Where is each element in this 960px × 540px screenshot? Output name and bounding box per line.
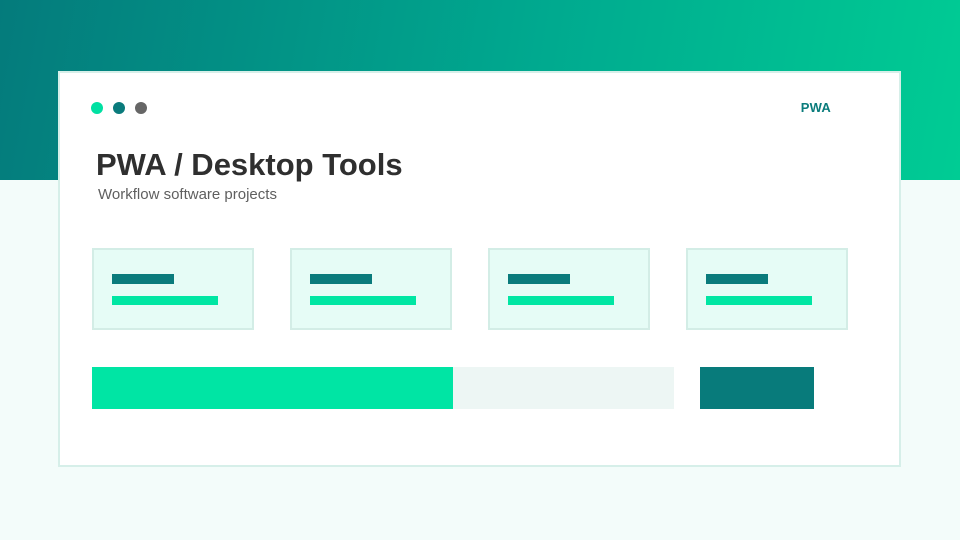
card-heading-placeholder [508,274,570,284]
window-dot-gray[interactable] [135,102,147,114]
feature-card[interactable] [686,248,848,330]
action-button[interactable] [700,367,814,409]
feature-card[interactable] [92,248,254,330]
card-heading-placeholder [706,274,768,284]
pwa-badge: PWA [800,100,831,115]
page-title: PWA / Desktop Tools [96,147,403,182]
feature-card[interactable] [488,248,650,330]
card-heading-placeholder [112,274,174,284]
card-text-placeholder [706,296,812,305]
progress-fill [92,367,453,409]
card-heading-placeholder [310,274,372,284]
page-subtitle: Workflow software projects [98,186,277,203]
window-dot-teal[interactable] [113,102,125,114]
feature-card[interactable] [290,248,452,330]
app-window: PWA PWA / Desktop Tools Workflow softwar… [58,71,901,467]
card-text-placeholder [112,296,218,305]
card-text-placeholder [310,296,416,305]
card-text-placeholder [508,296,614,305]
progress-track [92,367,674,409]
window-dot-green[interactable] [91,102,103,114]
